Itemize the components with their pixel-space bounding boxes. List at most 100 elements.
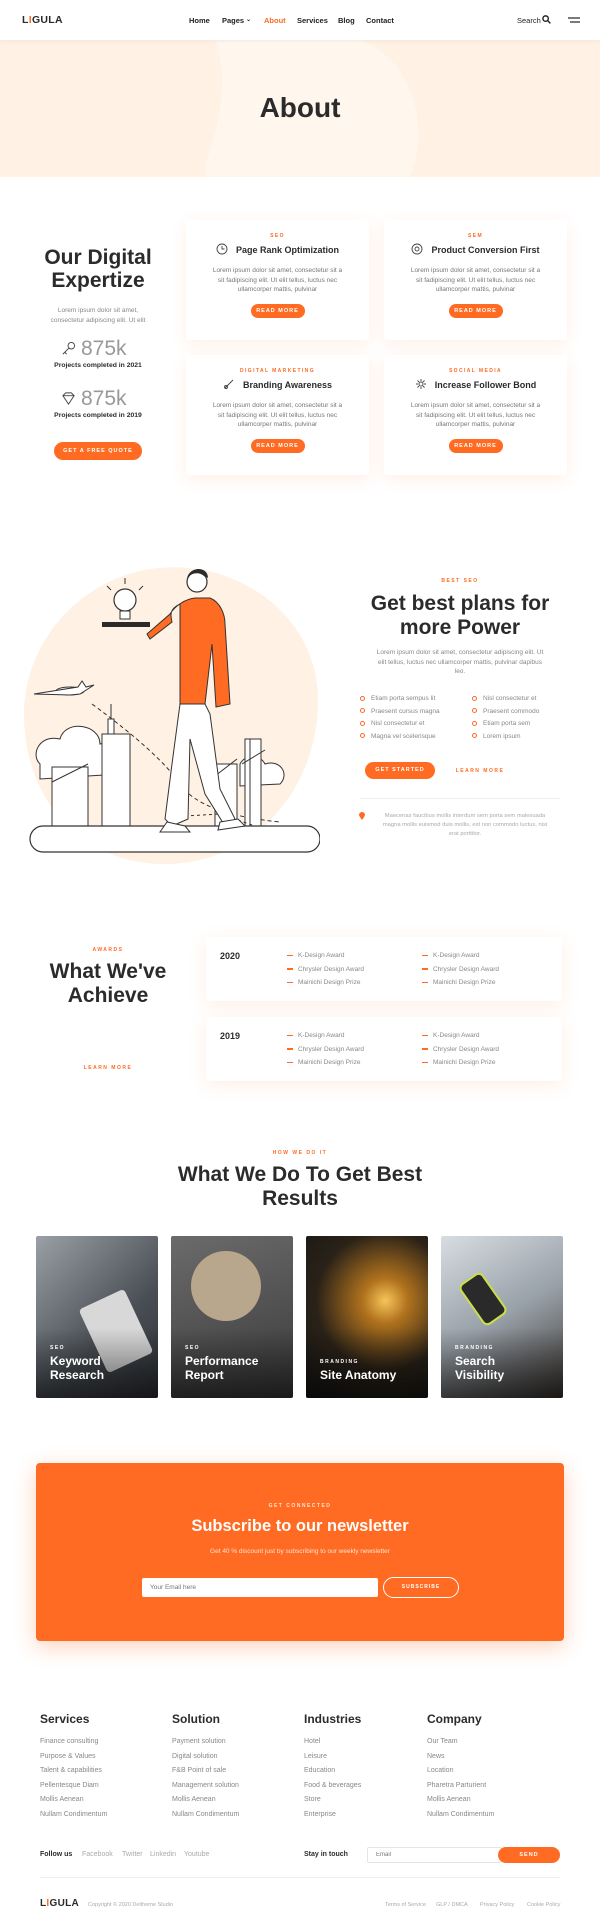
footer-link[interactable]: F&B Point of sale xyxy=(172,1767,239,1774)
newsletter-email-input[interactable] xyxy=(142,1578,378,1597)
award-item: Mainichi Design Prize xyxy=(422,1059,496,1066)
card-tag: DIGITAL MARKETING xyxy=(239,368,315,374)
check-circle-icon xyxy=(360,695,365,701)
card-title: Increase Follower Bond xyxy=(434,380,537,390)
newsletter-panel: GET CONNECTED Subscribe to our newslette… xyxy=(36,1463,564,1641)
plans-tag: BEST SEO xyxy=(441,578,479,584)
plans-note: Maecenas faucibus mollis interdum sem po… xyxy=(382,813,548,837)
nav-search[interactable]: Search xyxy=(517,16,541,25)
logo[interactable]: LIGULA xyxy=(22,14,63,26)
footer-link[interactable]: Digital solution xyxy=(172,1753,239,1760)
social-linkedin[interactable]: Linkedin xyxy=(150,1851,176,1858)
get-started-button[interactable]: GET STARTED xyxy=(365,762,435,779)
footer-column-title: Services xyxy=(40,1712,90,1726)
footer-link-cookie[interactable]: Cookie Policy xyxy=(527,1902,560,1908)
card-title: Product Conversion First xyxy=(431,245,540,255)
footer-link[interactable]: Nullam Condimentum xyxy=(172,1811,239,1818)
nav-services[interactable]: Services xyxy=(297,16,328,25)
nav-blog[interactable]: Blog xyxy=(338,16,355,25)
footer-link[interactable]: Mollis Aenean xyxy=(427,1796,494,1803)
footer-link[interactable]: Finance consulting xyxy=(40,1738,107,1745)
check-circle-icon xyxy=(472,695,477,701)
footer-link[interactable]: Store xyxy=(304,1796,361,1803)
footer-link-privacy[interactable]: Privacy Policy xyxy=(480,1902,514,1908)
tile-caption: BRANDING Site Anatomy xyxy=(320,1359,397,1382)
stat-2-value: 875k xyxy=(81,387,127,410)
footer-email-input[interactable] xyxy=(367,1847,502,1863)
read-more-button[interactable]: READ MORE xyxy=(250,438,305,453)
nav-pages[interactable]: Pages xyxy=(222,16,244,25)
expertise-title: Our Digital Expertize xyxy=(44,246,152,292)
footer-link[interactable]: Management solution xyxy=(172,1782,239,1789)
card-text: Lorem ipsum dolor sit amet, consectetur … xyxy=(410,402,541,428)
footer-link[interactable]: Mollis Aenean xyxy=(40,1796,107,1803)
awards-title: What We've Achieve xyxy=(49,960,167,1007)
menu-icon[interactable] xyxy=(568,17,580,23)
card-tag: SOCIAL MEDIA xyxy=(448,368,503,374)
footer-link[interactable]: Purpose & Values xyxy=(40,1753,107,1760)
footer-link[interactable]: News xyxy=(427,1753,494,1760)
award-item: Chrysler Design Award xyxy=(422,1046,499,1053)
social-facebook[interactable]: Facebook xyxy=(82,1851,113,1858)
stay-in-touch-label: Stay in touch xyxy=(304,1851,348,1858)
read-more-button[interactable]: READ MORE xyxy=(250,303,305,318)
footer-link[interactable]: Our Team xyxy=(427,1738,494,1745)
chevron-down-icon: ⌄ xyxy=(246,17,252,23)
feature-item: Magna vel scelerisque xyxy=(360,733,436,740)
tile-caption: SEO Keyword Research xyxy=(50,1345,105,1382)
read-more-button[interactable]: READ MORE xyxy=(448,303,503,318)
check-circle-icon xyxy=(472,708,477,714)
newsletter-tag: GET CONNECTED xyxy=(268,1503,332,1509)
footer-link[interactable]: Hotel xyxy=(304,1738,361,1745)
footer-link[interactable]: Location xyxy=(427,1767,494,1774)
nav-home[interactable]: Home xyxy=(189,16,210,25)
footer-link[interactable]: Nullam Condimentum xyxy=(427,1811,494,1818)
footer-link[interactable]: Pharetra Parturient xyxy=(427,1782,494,1789)
check-circle-icon xyxy=(360,708,365,714)
feature-item: Nisl consectetur et xyxy=(360,720,424,727)
service-tile-keyword[interactable]: SEO Keyword Research xyxy=(36,1236,158,1398)
subscribe-button[interactable]: SUBSCRIBE xyxy=(383,1577,459,1598)
table-shape xyxy=(191,1251,261,1321)
key-icon xyxy=(62,341,76,355)
awards-learn-more[interactable]: LEARN MORE xyxy=(30,1065,186,1071)
expertise-desc: Lorem ipsum dolor sit amet, consectetur a… xyxy=(50,307,146,324)
stat-1-value: 875k xyxy=(81,337,127,360)
footer-link[interactable]: Pellentesque Diam xyxy=(40,1782,107,1789)
nav-contact[interactable]: Contact xyxy=(366,16,394,25)
target-icon xyxy=(411,243,423,257)
footer-link-dmca[interactable]: GLP / DMCA xyxy=(436,1902,468,1908)
footer-link[interactable]: Food & beverages xyxy=(304,1782,361,1789)
footer-link-terms[interactable]: Terms of Service xyxy=(385,1902,426,1908)
social-twitter[interactable]: Twitter xyxy=(122,1851,143,1858)
plans-desc: Lorem ipsum dolor sit amet, consectetur … xyxy=(376,649,544,675)
footer-link[interactable]: Payment solution xyxy=(172,1738,239,1745)
award-item: K-Design Award xyxy=(287,1032,345,1039)
tile-caption: BRANDING Search Visibility xyxy=(455,1345,505,1382)
footer-link[interactable]: Education xyxy=(304,1767,361,1774)
search-icon[interactable] xyxy=(542,15,551,24)
service-tile-anatomy[interactable]: BRANDING Site Anatomy xyxy=(306,1236,428,1398)
send-button[interactable]: SEND xyxy=(498,1847,560,1863)
page-title: About xyxy=(259,92,341,123)
free-quote-button[interactable]: GET A FREE QUOTE xyxy=(54,442,142,460)
nav-about[interactable]: About xyxy=(264,16,286,25)
learn-more-link[interactable]: LEARN MORE xyxy=(440,768,520,774)
footer-link[interactable]: Nullam Condimentum xyxy=(40,1811,107,1818)
footer-logo[interactable]: LIGULA xyxy=(40,1898,79,1909)
award-item: Mainichi Design Prize xyxy=(422,979,496,986)
service-tile-visibility[interactable]: BRANDING Search Visibility xyxy=(441,1236,563,1398)
footer-link[interactable]: Talent & capabilities xyxy=(40,1767,107,1774)
footer-link[interactable]: Enterprise xyxy=(304,1811,361,1818)
read-more-button[interactable]: READ MORE xyxy=(448,438,503,453)
service-tile-performance[interactable]: SEO Performance Report xyxy=(171,1236,293,1398)
social-youtube[interactable]: Youtube xyxy=(184,1851,209,1858)
card-title: Page Rank Optimization xyxy=(235,245,340,255)
stat-1-label: Projects completed in 2021 xyxy=(54,362,142,369)
award-item: Chrysler Design Award xyxy=(287,1046,364,1053)
card-title: Branding Awareness xyxy=(242,380,333,390)
award-item: K-Design Award xyxy=(422,952,480,959)
footer-link[interactable]: Mollis Aenean xyxy=(172,1796,239,1803)
award-item: K-Design Award xyxy=(287,952,345,959)
footer-link[interactable]: Leisure xyxy=(304,1753,361,1760)
